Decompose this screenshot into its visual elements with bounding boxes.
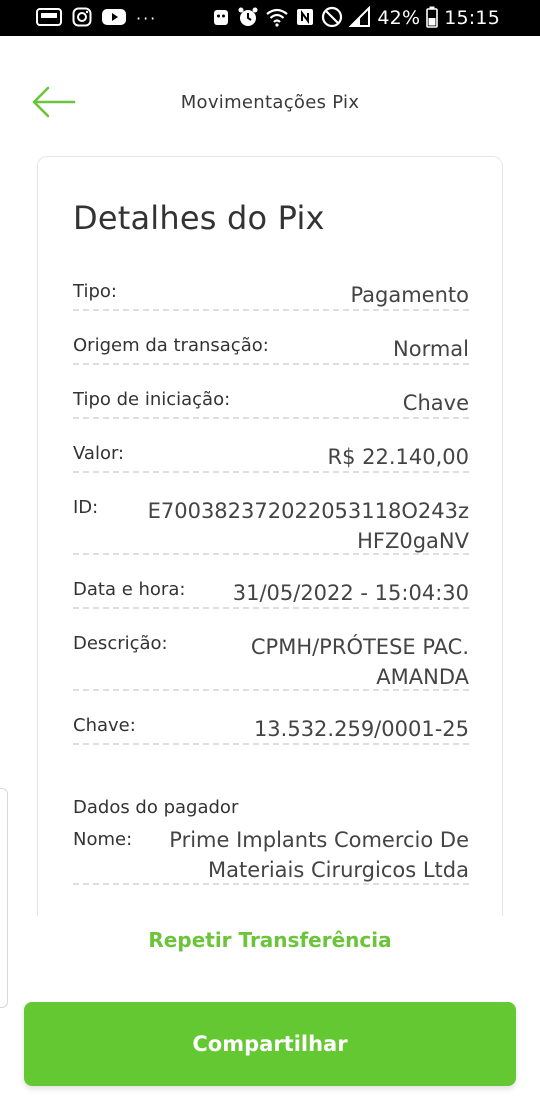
payer-name-line: Prime Implants Comercio De <box>169 828 469 852</box>
status-right: 42% 15:15 <box>211 5 500 31</box>
detail-value: Pagamento <box>350 283 469 307</box>
detail-label: Valor: <box>73 443 125 464</box>
detail-value: R$ 22.140,00 <box>327 445 469 469</box>
detail-row-data-hora: Data e hora: 31/05/2022 - 15:04:30 <box>73 579 469 609</box>
clock: 15:15 <box>444 7 500 29</box>
detail-row-origem: Origem da transação: Normal <box>73 335 469 365</box>
detail-label: Origem da transação: <box>73 335 269 356</box>
payer-section-title: Dados do pagador <box>73 797 239 818</box>
edge-handle <box>0 788 8 1008</box>
detail-value-line: E700382372022053118O243z <box>147 499 469 523</box>
detail-label: Tipo: <box>73 281 117 302</box>
detail-row-tipo-iniciacao: Tipo de iniciação: Chave <box>73 389 469 419</box>
detail-value: CPMH/PRÓTESE PAC. AMANDA <box>251 632 469 692</box>
page-title: Movimentações Pix <box>180 92 360 113</box>
detail-row-chave: Chave: 13.532.259/0001-25 <box>73 715 469 745</box>
detail-label: Data e hora: <box>73 579 186 600</box>
detail-label: ID: <box>73 497 99 518</box>
status-left: ··· <box>36 7 157 29</box>
instagram-icon <box>72 7 92 30</box>
share-button[interactable]: Compartilhar <box>24 1002 516 1086</box>
detail-value: E700382372022053118O243z HFZ0gaNV <box>148 496 469 556</box>
payer-name-line: Materiais Cirurgicos Ltda <box>208 858 469 882</box>
payer-name-value: Prime Implants Comercio De Materiais Cir… <box>169 825 469 885</box>
detail-row-descricao: Descrição: CPMH/PRÓTESE PAC. AMANDA <box>73 633 469 691</box>
more-notifications-icon: ··· <box>136 8 158 28</box>
alarm-icon <box>237 6 259 31</box>
do-not-disturb-icon <box>321 6 343 31</box>
android-icon <box>211 7 231 30</box>
signal-icon <box>348 5 371 31</box>
battery-percent: 42% <box>377 7 421 29</box>
youtube-icon <box>102 8 126 29</box>
nfc-icon <box>295 7 315 30</box>
blast-app-icon <box>36 7 62 29</box>
status-bar: ··· 42% 15:15 <box>0 0 540 36</box>
detail-value-line: CPMH/PRÓTESE PAC. <box>250 635 469 659</box>
detail-value-line: AMANDA <box>376 665 469 689</box>
detail-label: Tipo de iniciação: <box>73 389 231 410</box>
detail-row-valor: Valor: R$ 22.140,00 <box>73 443 469 473</box>
card-title: Detalhes do Pix <box>73 199 325 237</box>
detail-label: Chave: <box>73 715 136 736</box>
payer-name-label: Nome: <box>73 829 133 850</box>
detail-row-tipo: Tipo: Pagamento <box>73 281 469 311</box>
pix-details-card: Detalhes do Pix Tipo: Pagamento Origem d… <box>37 156 503 916</box>
detail-row-id: ID: E700382372022053118O243z HFZ0gaNV <box>73 497 469 555</box>
detail-value-line: HFZ0gaNV <box>357 529 469 553</box>
payer-name-row: Nome: Prime Implants Comercio De Materia… <box>73 825 469 885</box>
header: Movimentações Pix <box>0 36 540 156</box>
detail-label: Descrição: <box>73 633 168 654</box>
wifi-icon <box>265 7 289 30</box>
detail-value: Chave <box>402 391 469 415</box>
detail-value: 31/05/2022 - 15:04:30 <box>232 581 469 605</box>
battery-icon <box>426 6 439 31</box>
detail-value: 13.532.259/0001-25 <box>253 717 469 741</box>
repeat-transfer-link[interactable]: Repetir Transferência <box>0 928 540 952</box>
detail-value: Normal <box>393 337 469 361</box>
